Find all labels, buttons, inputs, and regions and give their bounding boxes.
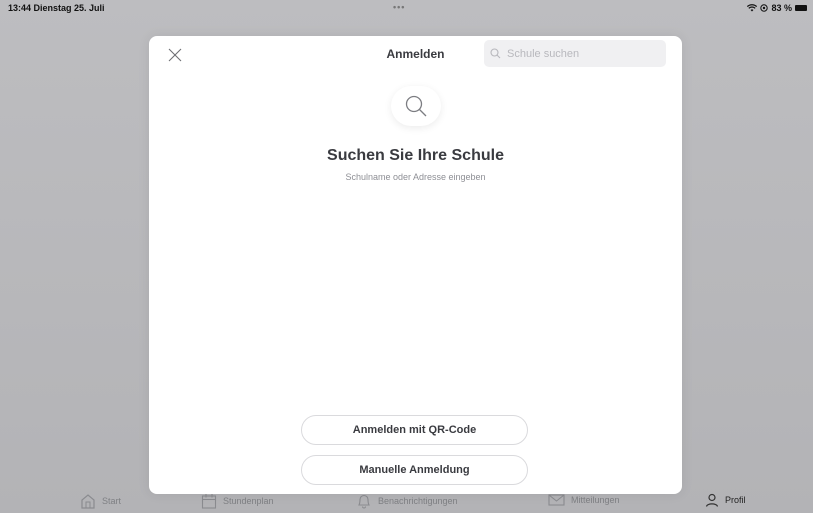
login-modal: Anmelden Suchen Sie Ihre Schule Schulnam… bbox=[149, 36, 682, 494]
school-search-field[interactable] bbox=[484, 40, 666, 67]
tab-stundenplan[interactable]: Stundenplan bbox=[201, 493, 274, 509]
bell-icon bbox=[358, 494, 370, 509]
status-time-date: 13:44 Dienstag 25. Juli bbox=[8, 3, 105, 13]
tab-start[interactable]: Start bbox=[80, 493, 121, 509]
wifi-icon bbox=[747, 4, 758, 12]
tab-mitteilungen[interactable]: Mitteilungen bbox=[548, 493, 620, 507]
battery-icon bbox=[795, 5, 807, 11]
qr-login-button[interactable]: Anmelden mit QR-Code bbox=[301, 415, 528, 445]
school-search-input[interactable] bbox=[505, 46, 659, 61]
tab-label-stundenplan: Stundenplan bbox=[223, 496, 274, 506]
search-illustration bbox=[391, 86, 441, 126]
search-icon bbox=[490, 48, 501, 59]
tab-label-profil: Profil bbox=[725, 495, 746, 505]
hero-subtitle: Schulname oder Adresse eingeben bbox=[345, 172, 486, 182]
status-bar: 13:44 Dienstag 25. Juli ••• 83 % bbox=[0, 0, 813, 16]
hero-title: Suchen Sie Ihre Schule bbox=[327, 147, 504, 164]
tab-label-benachrichtigungen: Benachrichtigungen bbox=[378, 496, 458, 506]
manual-login-button[interactable]: Manuelle Anmeldung bbox=[301, 455, 528, 485]
calendar-icon bbox=[201, 494, 217, 509]
tab-benachrichtigungen[interactable]: Benachrichtigungen bbox=[356, 493, 458, 509]
magnifier-icon bbox=[405, 95, 427, 117]
person-icon bbox=[705, 493, 719, 507]
home-icon bbox=[81, 494, 95, 509]
orientation-lock-icon bbox=[760, 4, 769, 12]
tab-label-mitteilungen: Mitteilungen bbox=[571, 495, 620, 505]
tab-label-start: Start bbox=[102, 496, 122, 506]
multitasking-dots[interactable]: ••• bbox=[393, 2, 405, 12]
status-indicators: 83 % bbox=[747, 3, 807, 13]
battery-percent: 83 % bbox=[771, 3, 792, 13]
mail-icon bbox=[548, 494, 565, 506]
tab-profil[interactable]: Profil bbox=[705, 493, 746, 507]
